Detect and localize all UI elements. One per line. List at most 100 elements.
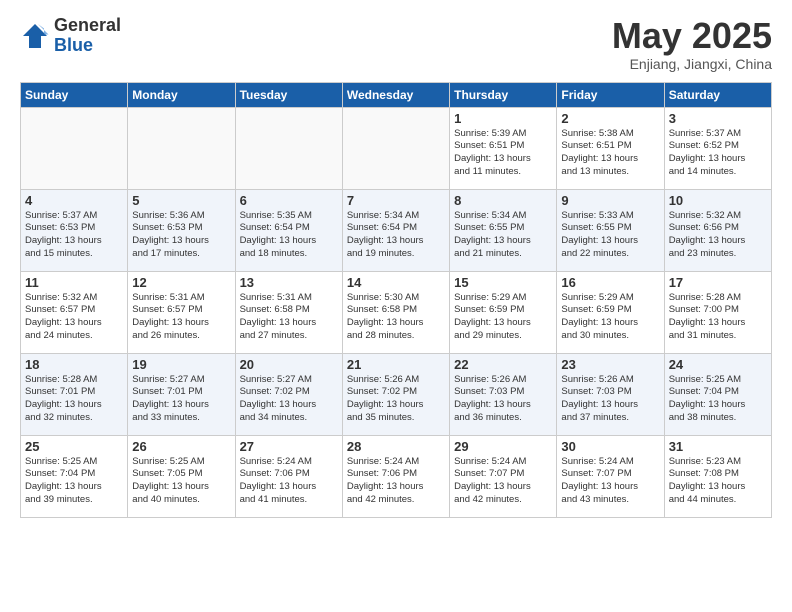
day-info: Sunrise: 5:34 AM Sunset: 6:54 PM Dayligh… [347,210,445,261]
day-number: 23 [561,357,659,372]
day-info: Sunrise: 5:38 AM Sunset: 6:51 PM Dayligh… [561,128,659,179]
day-number: 15 [454,275,552,290]
title-block: May 2025 Enjiang, Jiangxi, China [612,16,772,72]
day-info: Sunrise: 5:31 AM Sunset: 6:57 PM Dayligh… [132,292,230,343]
day-info: Sunrise: 5:32 AM Sunset: 6:57 PM Dayligh… [25,292,123,343]
day-info: Sunrise: 5:24 AM Sunset: 7:06 PM Dayligh… [240,456,338,507]
day-number: 9 [561,193,659,208]
calendar-week-row: 1 Sunrise: 5:39 AM Sunset: 6:51 PM Daylig… [21,107,772,189]
calendar-cell: 3 Sunrise: 5:37 AM Sunset: 6:52 PM Daylig… [664,107,771,189]
calendar-cell [342,107,449,189]
calendar-week-row: 11 Sunrise: 5:32 AM Sunset: 6:57 PM Dayli… [21,271,772,353]
day-number: 10 [669,193,767,208]
calendar-cell: 15Sunrise: 5:29 AM Sunset: 6:59 PM Dayli… [450,271,557,353]
calendar-cell: 27 Sunrise: 5:24 AM Sunset: 7:06 PM Dayli… [235,435,342,517]
calendar-cell: 29Sunrise: 5:24 AM Sunset: 7:07 PM Dayli… [450,435,557,517]
logo: General Blue [20,16,121,56]
logo-blue: Blue [54,36,121,56]
calendar-cell: 6 Sunrise: 5:35 AM Sunset: 6:54 PM Daylig… [235,189,342,271]
day-info: Sunrise: 5:25 AM Sunset: 7:05 PM Dayligh… [132,456,230,507]
calendar-cell: 13 Sunrise: 5:31 AM Sunset: 6:58 PM Dayli… [235,271,342,353]
day-number: 16 [561,275,659,290]
calendar-cell [21,107,128,189]
day-number: 18 [25,357,123,372]
calendar-cell: 9 Sunrise: 5:33 AM Sunset: 6:55 PM Daylig… [557,189,664,271]
day-number: 20 [240,357,338,372]
day-number: 12 [132,275,230,290]
day-info: Sunrise: 5:34 AM Sunset: 6:55 PM Dayligh… [454,210,552,261]
calendar-cell: 14 Sunrise: 5:30 AM Sunset: 6:58 PM Dayli… [342,271,449,353]
day-info: Sunrise: 5:24 AM Sunset: 7:07 PM Dayligh… [561,456,659,507]
day-info: Sunrise: 5:28 AM Sunset: 7:01 PM Dayligh… [25,374,123,425]
calendar-cell: 20 Sunrise: 5:27 AM Sunset: 7:02 PM Dayli… [235,353,342,435]
day-info: Sunrise: 5:23 AM Sunset: 7:08 PM Dayligh… [669,456,767,507]
day-info: Sunrise: 5:30 AM Sunset: 6:58 PM Dayligh… [347,292,445,343]
page: General Blue May 2025 Enjiang, Jiangxi, … [0,0,792,612]
logo-icon [20,21,50,51]
day-info: Sunrise: 5:26 AM Sunset: 7:02 PM Dayligh… [347,374,445,425]
day-number: 21 [347,357,445,372]
day-number: 25 [25,439,123,454]
day-info: Sunrise: 5:37 AM Sunset: 6:52 PM Dayligh… [669,128,767,179]
day-info: Sunrise: 5:37 AM Sunset: 6:53 PM Dayligh… [25,210,123,261]
calendar-cell: 17Sunrise: 5:28 AM Sunset: 7:00 PM Dayli… [664,271,771,353]
day-number: 11 [25,275,123,290]
day-info: Sunrise: 5:32 AM Sunset: 6:56 PM Dayligh… [669,210,767,261]
calendar-cell: 11 Sunrise: 5:32 AM Sunset: 6:57 PM Dayli… [21,271,128,353]
day-info: Sunrise: 5:24 AM Sunset: 7:07 PM Dayligh… [454,456,552,507]
calendar-table: SundayMondayTuesdayWednesdayThursdayFrid… [20,82,772,518]
calendar-cell: 19 Sunrise: 5:27 AM Sunset: 7:01 PM Dayli… [128,353,235,435]
day-number: 22 [454,357,552,372]
day-info: Sunrise: 5:26 AM Sunset: 7:03 PM Dayligh… [561,374,659,425]
day-number: 19 [132,357,230,372]
calendar-week-row: 25 Sunrise: 5:25 AM Sunset: 7:04 PM Dayli… [21,435,772,517]
calendar-week-row: 18 Sunrise: 5:28 AM Sunset: 7:01 PM Dayli… [21,353,772,435]
column-header-wednesday: Wednesday [342,82,449,107]
column-header-saturday: Saturday [664,82,771,107]
calendar-cell: 12 Sunrise: 5:31 AM Sunset: 6:57 PM Dayli… [128,271,235,353]
calendar-cell: 8Sunrise: 5:34 AM Sunset: 6:55 PM Daylig… [450,189,557,271]
calendar-cell: 5Sunrise: 5:36 AM Sunset: 6:53 PM Daylig… [128,189,235,271]
day-info: Sunrise: 5:35 AM Sunset: 6:54 PM Dayligh… [240,210,338,261]
day-info: Sunrise: 5:39 AM Sunset: 6:51 PM Dayligh… [454,128,552,179]
day-number: 6 [240,193,338,208]
column-header-tuesday: Tuesday [235,82,342,107]
calendar-cell: 24Sunrise: 5:25 AM Sunset: 7:04 PM Dayli… [664,353,771,435]
day-number: 13 [240,275,338,290]
month-title: May 2025 [612,16,772,56]
calendar-cell: 31 Sunrise: 5:23 AM Sunset: 7:08 PM Dayli… [664,435,771,517]
day-number: 30 [561,439,659,454]
day-info: Sunrise: 5:36 AM Sunset: 6:53 PM Dayligh… [132,210,230,261]
calendar-cell: 21 Sunrise: 5:26 AM Sunset: 7:02 PM Dayli… [342,353,449,435]
calendar-cell: 1 Sunrise: 5:39 AM Sunset: 6:51 PM Daylig… [450,107,557,189]
day-info: Sunrise: 5:29 AM Sunset: 6:59 PM Dayligh… [561,292,659,343]
logo-general: General [54,16,121,36]
calendar-cell: 10 Sunrise: 5:32 AM Sunset: 6:56 PM Dayli… [664,189,771,271]
calendar-week-row: 4Sunrise: 5:37 AM Sunset: 6:53 PM Daylig… [21,189,772,271]
calendar-cell: 7 Sunrise: 5:34 AM Sunset: 6:54 PM Daylig… [342,189,449,271]
day-number: 27 [240,439,338,454]
day-info: Sunrise: 5:25 AM Sunset: 7:04 PM Dayligh… [25,456,123,507]
day-number: 1 [454,111,552,126]
day-info: Sunrise: 5:27 AM Sunset: 7:02 PM Dayligh… [240,374,338,425]
calendar-cell [235,107,342,189]
calendar-cell: 30 Sunrise: 5:24 AM Sunset: 7:07 PM Dayli… [557,435,664,517]
day-number: 26 [132,439,230,454]
header: General Blue May 2025 Enjiang, Jiangxi, … [20,16,772,72]
day-number: 31 [669,439,767,454]
day-info: Sunrise: 5:24 AM Sunset: 7:06 PM Dayligh… [347,456,445,507]
column-header-sunday: Sunday [21,82,128,107]
column-header-monday: Monday [128,82,235,107]
location: Enjiang, Jiangxi, China [612,56,772,72]
day-number: 7 [347,193,445,208]
calendar-cell: 22 Sunrise: 5:26 AM Sunset: 7:03 PM Dayli… [450,353,557,435]
day-number: 3 [669,111,767,126]
day-info: Sunrise: 5:26 AM Sunset: 7:03 PM Dayligh… [454,374,552,425]
day-number: 14 [347,275,445,290]
day-info: Sunrise: 5:33 AM Sunset: 6:55 PM Dayligh… [561,210,659,261]
day-info: Sunrise: 5:27 AM Sunset: 7:01 PM Dayligh… [132,374,230,425]
day-info: Sunrise: 5:31 AM Sunset: 6:58 PM Dayligh… [240,292,338,343]
calendar-cell: 4Sunrise: 5:37 AM Sunset: 6:53 PM Daylig… [21,189,128,271]
calendar-cell: 25 Sunrise: 5:25 AM Sunset: 7:04 PM Dayli… [21,435,128,517]
calendar-cell: 18 Sunrise: 5:28 AM Sunset: 7:01 PM Dayli… [21,353,128,435]
